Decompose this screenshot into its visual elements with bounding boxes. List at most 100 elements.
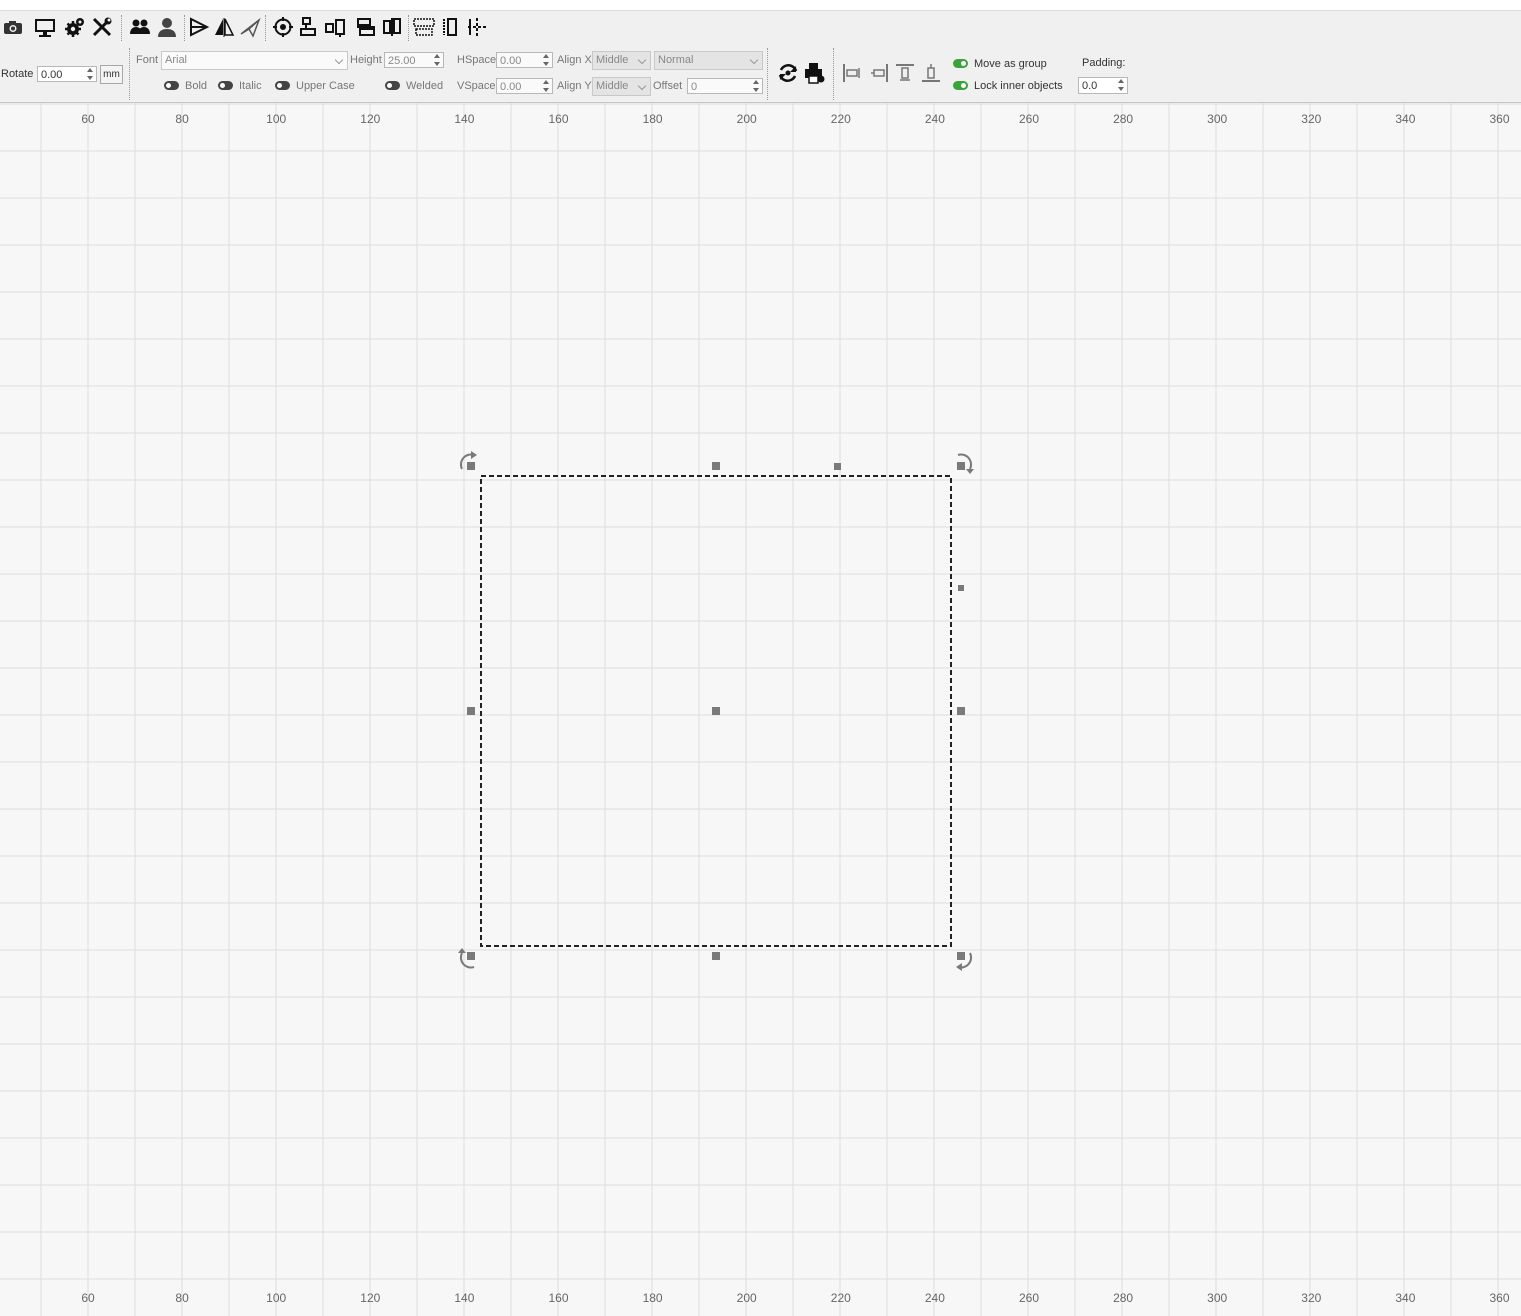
printer-icon[interactable] [803,62,825,84]
ruler-tick-label: 140 [454,1291,475,1305]
upper-case-toggle[interactable] [275,81,290,90]
separator [265,15,266,41]
text-style-select[interactable]: Normal [654,51,763,70]
ruler-tick-label: 220 [830,1291,851,1305]
ruler-tick-label: 300 [1207,1291,1228,1305]
padding-input[interactable]: 0.0 [1078,77,1128,94]
align-top-icon[interactable] [894,62,916,84]
ruler-tick-label: 140 [454,112,475,126]
skew-handle-right[interactable] [958,585,964,591]
ruler-tick-label: 240 [924,112,945,126]
resize-handle-top[interactable] [712,462,720,470]
resize-handle-bottom-right[interactable] [957,952,965,960]
ruler-tick-label: 120 [360,1291,381,1305]
ruler-tick-label: 80 [175,112,189,126]
ruler-tick-label: 340 [1395,112,1416,126]
ruler-tick-label: 60 [81,112,95,126]
align-x-select[interactable]: Middle [592,51,651,70]
ruler-tick-label: 280 [1113,1291,1134,1305]
chevron-down-icon [749,55,759,65]
unit-button[interactable]: mm [100,65,123,84]
italic-label: Italic [239,80,262,92]
align-nodes-icon[interactable] [298,16,320,38]
font-select[interactable]: Arial [161,51,348,70]
ruler-tick-label: 260 [1018,112,1040,126]
ruler-tick-label: 100 [266,112,287,126]
ruler-tick-label: 340 [1395,1291,1416,1305]
refresh-icon[interactable] [777,62,799,84]
ruler-tick-label: 320 [1301,1291,1322,1305]
hspace-value: 0.00 [500,55,522,67]
align-y-select[interactable]: Middle [592,77,651,96]
ruler-tick-label: 160 [548,112,569,126]
split-icon[interactable] [440,16,462,38]
target-icon[interactable] [272,16,294,38]
resize-handle-top-left[interactable] [467,462,475,470]
group-users-icon[interactable] [129,16,151,38]
height-label: Height [350,54,382,66]
ruler-tick-label: 220 [830,112,851,126]
align-x-value: Middle [596,54,629,66]
lock-inner-toggle[interactable] [953,81,968,90]
rotate-spinner[interactable] [86,68,95,80]
ruler-tick-label: 320 [1301,112,1322,126]
monitor-icon[interactable] [34,16,56,38]
resize-handle-right[interactable] [957,707,965,715]
height-spinner[interactable] [433,54,442,66]
ruler-tick-label: 80 [175,1291,189,1305]
design-canvas[interactable] [0,103,1521,1316]
resize-handle-bottom-left[interactable] [467,952,475,960]
resize-handle-left[interactable] [467,707,475,715]
send-icon[interactable] [239,16,261,38]
skew-handle-top[interactable] [834,463,841,470]
resize-handle-bottom[interactable] [712,952,720,960]
lock-inner-label: Lock inner objects [974,80,1063,92]
align-y-value: Middle [596,80,629,92]
offset-input[interactable]: 0 [687,78,763,94]
mirror-icon[interactable] [213,16,235,38]
welded-toggle[interactable] [385,81,400,90]
vspace-input[interactable]: 0.00 [496,78,553,94]
font-value: Arial [165,54,188,66]
separator [129,48,130,100]
rotate-input[interactable]: 0.00 [37,66,97,82]
ruler-tick-label: 100 [266,1291,287,1305]
grid [0,103,1521,1316]
ruler-tick-label: 240 [924,1291,945,1305]
vspace-spinner[interactable] [542,80,551,92]
dock-icon[interactable] [413,16,435,38]
ruler-tick-label: 260 [1018,1291,1040,1305]
welded-label: Welded [406,80,444,92]
offset-spinner[interactable] [752,80,761,92]
distribute-v-icon[interactable] [355,16,377,38]
distribute-h-icon[interactable] [381,16,403,38]
ruler-tick-label: 180 [642,112,663,126]
gear-icon[interactable] [64,16,86,38]
separator [184,15,185,41]
bold-label: Bold [185,80,208,92]
height-input[interactable]: 25.00 [384,52,444,68]
move-cross-icon[interactable] [466,16,488,38]
text-style-value: Normal [658,54,694,66]
italic-toggle[interactable] [218,81,233,90]
ruler-tick-label: 280 [1113,112,1134,126]
tools-icon[interactable] [91,16,113,38]
align-right-icon[interactable] [868,62,890,84]
separator [833,48,834,100]
hspace-spinner[interactable] [542,54,551,66]
resize-handle-top-right[interactable] [957,462,965,470]
align-bottom-icon[interactable] [920,62,942,84]
resize-icon[interactable] [324,16,346,38]
padding-spinner[interactable] [1117,79,1126,91]
user-icon[interactable] [156,16,178,38]
center-handle[interactable] [712,707,720,715]
move-as-group-toggle[interactable] [953,59,968,68]
flip-horizontal-icon[interactable] [188,16,210,38]
camera-icon[interactable] [2,16,24,38]
hspace-input[interactable]: 0.00 [496,52,553,68]
ruler-tick-label: 120 [360,112,381,126]
ruler-tick-label: 160 [548,1291,569,1305]
align-left-icon[interactable] [841,62,863,84]
ruler-tick-label: 200 [736,1291,757,1305]
bold-toggle[interactable] [164,81,179,90]
